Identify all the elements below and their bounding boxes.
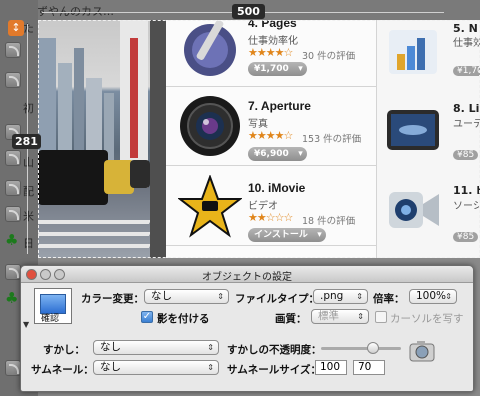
selection-marquee[interactable]: [38, 20, 480, 258]
rss-icon[interactable]: [5, 360, 21, 376]
sidebar-item-label: 米: [23, 210, 34, 223]
color-change-label: カラー変更：: [81, 293, 144, 305]
sidebar-item-label: 初: [23, 102, 34, 115]
scale-select[interactable]: 100% ⇕: [409, 289, 457, 304]
rss-icon[interactable]: [5, 180, 21, 196]
sidebar-item-label: 日: [23, 237, 34, 250]
filetype-label: ファイルタイプ：: [235, 293, 319, 305]
feed-title: すずやんのカス…: [26, 5, 114, 18]
quality-select[interactable]: 標準 ⇕: [311, 309, 369, 324]
dialog-titlebar[interactable]: オブジェクトの設定: [21, 266, 473, 283]
clover-icon[interactable]: ♣: [5, 232, 21, 248]
thumbsize-label: サムネールサイズ：: [227, 364, 321, 376]
height-label: 281: [12, 134, 41, 149]
thumb-height-field[interactable]: 70: [353, 360, 385, 375]
sidebar-item-label: 配: [23, 185, 34, 198]
sidebar-item-label: 山: [23, 156, 34, 169]
thumbnail-select[interactable]: なし ⇕: [93, 360, 219, 375]
cursor-label: カーソルを写す: [390, 313, 464, 325]
rss-icon[interactable]: [5, 206, 21, 222]
camera-icon[interactable]: [407, 336, 437, 366]
scale-label: 倍率：: [373, 293, 405, 305]
shadow-label: 影を付ける: [157, 313, 210, 325]
shadow-checkbox[interactable]: ✓: [141, 311, 153, 323]
resize-handle-icon[interactable]: ↕: [8, 20, 24, 36]
watermark-select[interactable]: なし ⇕: [93, 340, 219, 355]
color-change-select[interactable]: なし ⇕: [144, 289, 229, 304]
dialog-title: オブジェクトの設定: [202, 272, 292, 283]
opacity-slider-track[interactable]: [321, 347, 401, 350]
width-label: 500: [232, 4, 265, 19]
thumbnail-label: サムネール：: [31, 364, 94, 376]
opacity-label: すかしの不透明度：: [227, 344, 322, 356]
rss-icon[interactable]: [5, 150, 21, 166]
clover-icon[interactable]: ♣: [5, 290, 21, 306]
filetype-select[interactable]: .png ⇕: [313, 289, 368, 304]
watermark-label: すかし：: [43, 344, 85, 356]
rss-icon[interactable]: [5, 42, 21, 58]
rss-icon[interactable]: [5, 264, 21, 280]
rss-icon[interactable]: [5, 72, 21, 88]
quality-label: 画質：: [275, 313, 307, 325]
disclosure-triangle-icon[interactable]: ▼: [23, 320, 29, 329]
object-settings-dialog: オブジェクトの設定 確認 ▼ カラー変更： なし ⇕ ファイルタイプ： .png ⇕…: [20, 265, 474, 392]
thumb-width-field[interactable]: 100: [315, 360, 347, 375]
confirm-label: 確認: [41, 314, 60, 324]
sidebar-item-label: た: [23, 22, 34, 35]
cursor-checkbox[interactable]: [375, 311, 387, 323]
opacity-slider-knob[interactable]: [367, 342, 379, 354]
